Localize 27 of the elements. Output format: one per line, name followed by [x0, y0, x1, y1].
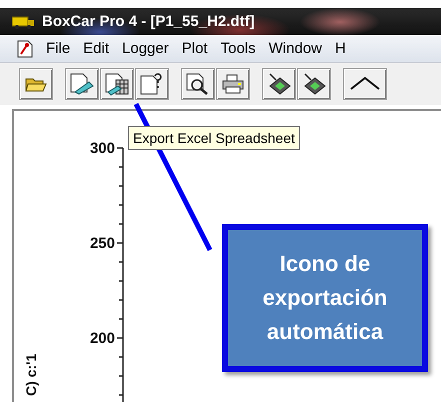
help-document-button[interactable]	[135, 68, 169, 100]
line-style-button[interactable]	[343, 68, 387, 100]
tick-label: 300	[90, 140, 115, 157]
menu-item[interactable]: Tools	[220, 40, 256, 57]
tick-label: 250	[90, 235, 115, 252]
menu-item[interactable]: Plot	[182, 40, 208, 57]
menu-item[interactable]: H	[335, 40, 346, 57]
menu-item[interactable]: Window	[268, 40, 322, 57]
spreadsheet-button[interactable]	[100, 68, 134, 100]
export-button[interactable]	[65, 68, 99, 100]
menu-item[interactable]: File	[46, 40, 70, 57]
menu-item[interactable]: Edit	[83, 40, 110, 57]
callout-text: Icono de exportación automática	[262, 250, 388, 346]
axis-label: C) c:'1	[23, 354, 39, 396]
truck-icon	[12, 14, 34, 28]
print-button[interactable]	[216, 68, 250, 100]
tooltip: Export Excel Spreadsheet	[128, 126, 300, 150]
menu-item[interactable]: Logger	[122, 40, 169, 57]
tick-label: 200	[90, 330, 115, 347]
line-icon	[350, 76, 380, 92]
zoom-button[interactable]	[181, 68, 215, 100]
open-folder-button[interactable]	[19, 68, 53, 100]
document-icon[interactable]	[17, 40, 33, 58]
logger-out-button[interactable]	[297, 68, 331, 100]
logger-in-button[interactable]	[262, 68, 296, 100]
window-title: BoxCar Pro 4 - [P1_55_H2.dtf]	[42, 13, 255, 30]
printer-icon	[221, 73, 245, 95]
